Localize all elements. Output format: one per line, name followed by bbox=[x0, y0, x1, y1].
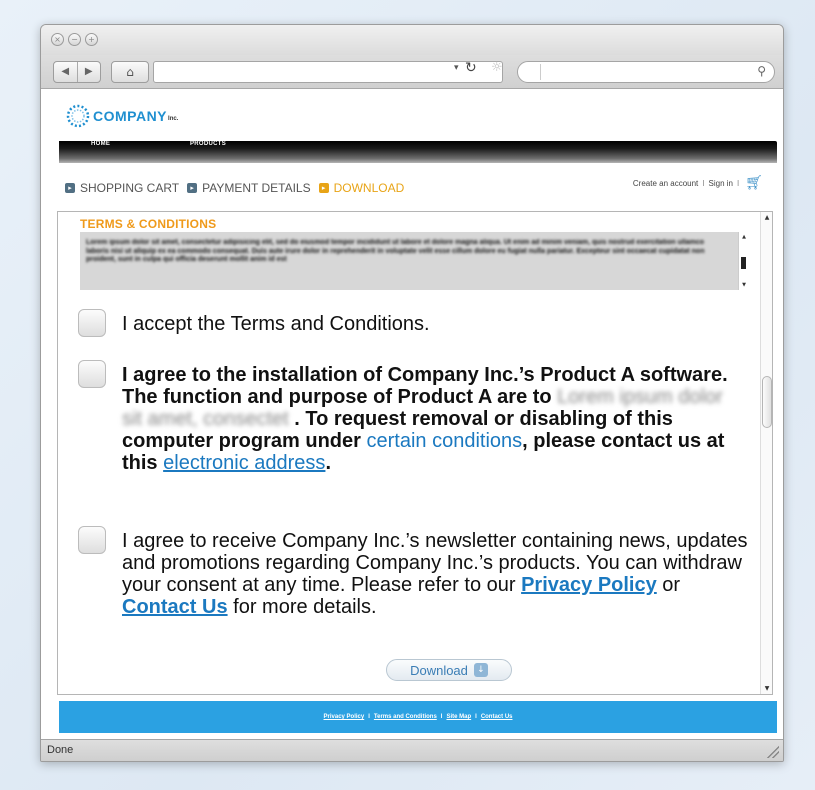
step-payment-details[interactable]: ▸ PAYMENT DETAILS bbox=[187, 181, 311, 195]
privacy-policy-link[interactable]: Privacy Policy bbox=[521, 574, 657, 596]
step-label: SHOPPING CART bbox=[80, 181, 180, 195]
step-bullet-icon: ▸ bbox=[318, 183, 329, 193]
terms-scroll-thumb[interactable] bbox=[741, 257, 746, 269]
resize-grip-icon[interactable] bbox=[767, 746, 779, 758]
minimize-icon[interactable]: − bbox=[68, 33, 81, 46]
checkout-steps: ▸ SHOPPING CART ▸ PAYMENT DETAILS ▸ DOWN… bbox=[65, 181, 412, 195]
newsletter-text: for more details. bbox=[227, 596, 377, 618]
install-consent-row: I agree to the installation of Company I… bbox=[78, 358, 748, 508]
step-label: PAYMENT DETAILS bbox=[202, 181, 311, 195]
rss-icon: ☼ bbox=[491, 60, 503, 75]
home-icon: ⌂ bbox=[126, 65, 134, 79]
content-scroll-thumb[interactable] bbox=[762, 376, 772, 428]
status-bar: Done bbox=[41, 739, 783, 761]
newsletter-consent-checkbox[interactable] bbox=[78, 526, 106, 554]
zoom-icon[interactable]: + bbox=[85, 33, 98, 46]
home-button[interactable]: ⌂ bbox=[111, 61, 149, 83]
footer-privacy-link[interactable]: Privacy Policy bbox=[324, 714, 365, 720]
accept-terms-checkbox[interactable] bbox=[78, 309, 106, 337]
logo-text: COMPANY bbox=[93, 108, 168, 124]
scroll-up-icon[interactable]: ▲ bbox=[761, 214, 773, 221]
newsletter-consent-label: I agree to receive Company Inc.’s newsle… bbox=[122, 530, 748, 618]
separator: I bbox=[702, 178, 705, 188]
cart-icon[interactable]: 🛒︎ bbox=[745, 175, 763, 191]
scroll-up-icon[interactable]: ▲ bbox=[739, 234, 748, 240]
install-consent-checkbox[interactable] bbox=[78, 360, 106, 388]
scroll-down-icon[interactable]: ▼ bbox=[739, 282, 748, 288]
step-bullet-icon: ▸ bbox=[65, 183, 75, 193]
search-icon[interactable]: ⚲ bbox=[757, 64, 766, 78]
newsletter-text: or bbox=[656, 574, 681, 596]
terms-body: Lorem ipsum dolor sit amet, consectetur … bbox=[86, 239, 705, 263]
window-controls: × − + bbox=[51, 33, 98, 46]
separator: I bbox=[736, 178, 740, 188]
forward-button[interactable]: ▶ bbox=[76, 62, 101, 82]
nav-home[interactable]: HOME bbox=[91, 141, 110, 147]
logo-icon bbox=[66, 104, 90, 128]
back-button[interactable]: ◀ bbox=[54, 62, 77, 82]
contact-us-link[interactable]: Contact Us bbox=[122, 596, 228, 618]
url-dropdown-icon[interactable]: ▾ bbox=[454, 62, 459, 73]
site-navbar: HOME PRODUCTS bbox=[59, 141, 777, 163]
download-arrow-icon: ↓ bbox=[473, 663, 488, 677]
company-logo[interactable]: COMPANY Inc. bbox=[65, 103, 178, 129]
search-divider bbox=[540, 64, 541, 80]
step-label: DOWNLOAD bbox=[333, 181, 405, 195]
scroll-down-icon[interactable]: ▼ bbox=[761, 685, 773, 692]
status-text: Done bbox=[47, 744, 74, 756]
footer-terms-link[interactable]: Terms and Conditions bbox=[374, 714, 437, 720]
close-icon[interactable]: × bbox=[51, 33, 64, 46]
footer-contact-link[interactable]: Contact Us bbox=[481, 714, 513, 720]
logo-inc: Inc. bbox=[168, 116, 179, 122]
step-download[interactable]: ▸ DOWNLOAD bbox=[318, 181, 405, 195]
certain-conditions-link[interactable]: certain conditions bbox=[366, 430, 522, 452]
terms-text-box[interactable]: Lorem ipsum dolor sit amet, consectetur … bbox=[80, 232, 748, 290]
newsletter-consent-row: I agree to receive Company Inc.’s newsle… bbox=[78, 524, 748, 654]
accept-terms-label: I accept the Terms and Conditions. bbox=[122, 313, 430, 335]
browser-window: × − + ◀ ▶ ⌂ ▾ ↻ ☼ ⚲ COMPANY Inc. HOME PR… bbox=[40, 24, 784, 762]
footer-separator: I bbox=[440, 714, 443, 720]
electronic-address-link[interactable]: electronic address bbox=[163, 452, 325, 474]
search-input[interactable]: ⚲ bbox=[517, 61, 775, 83]
download-button[interactable]: Download ↓ bbox=[386, 659, 512, 681]
download-label: Download bbox=[410, 662, 468, 678]
browser-toolbar: ◀ ▶ ⌂ ▾ ↻ ☼ ⚲ bbox=[41, 55, 783, 89]
install-text: . bbox=[325, 452, 331, 474]
nav-products[interactable]: PRODUCTS bbox=[190, 141, 226, 147]
title-bar: × − + bbox=[41, 25, 783, 55]
footer-separator: I bbox=[368, 714, 370, 720]
url-bar[interactable] bbox=[153, 61, 503, 83]
step-bullet-icon: ▸ bbox=[187, 183, 198, 193]
accept-terms-row: I accept the Terms and Conditions. bbox=[78, 307, 748, 339]
web-page: COMPANY Inc. HOME PRODUCTS ▸ SHOPPING CA… bbox=[41, 89, 783, 739]
step-shopping-cart[interactable]: ▸ SHOPPING CART bbox=[65, 181, 179, 195]
nav-buttons: ◀ ▶ bbox=[53, 61, 101, 83]
content-panel: TERMS & CONDITIONS Lorem ipsum dolor sit… bbox=[57, 211, 773, 695]
site-footer: Privacy Policy I Terms and Conditions I Site… bbox=[59, 701, 777, 733]
footer-separator: I bbox=[475, 714, 477, 720]
create-account-link[interactable]: Create an account bbox=[633, 179, 698, 188]
account-links: Create an account I Sign in I 🛒︎ bbox=[633, 175, 763, 191]
footer-links: Privacy Policy I Terms and Conditions I Site… bbox=[59, 701, 777, 733]
terms-scrollbar[interactable]: ▲ ▼ bbox=[738, 232, 748, 290]
content-scrollbar[interactable]: ▲ ▼ bbox=[760, 212, 772, 694]
install-consent-label: I agree to the installation of Company I… bbox=[122, 364, 748, 474]
terms-title: TERMS & CONDITIONS bbox=[80, 217, 217, 231]
reload-icon[interactable]: ↻ bbox=[465, 60, 477, 76]
footer-sitemap-link[interactable]: Site Map bbox=[446, 714, 471, 720]
sign-in-link[interactable]: Sign in bbox=[709, 179, 733, 188]
